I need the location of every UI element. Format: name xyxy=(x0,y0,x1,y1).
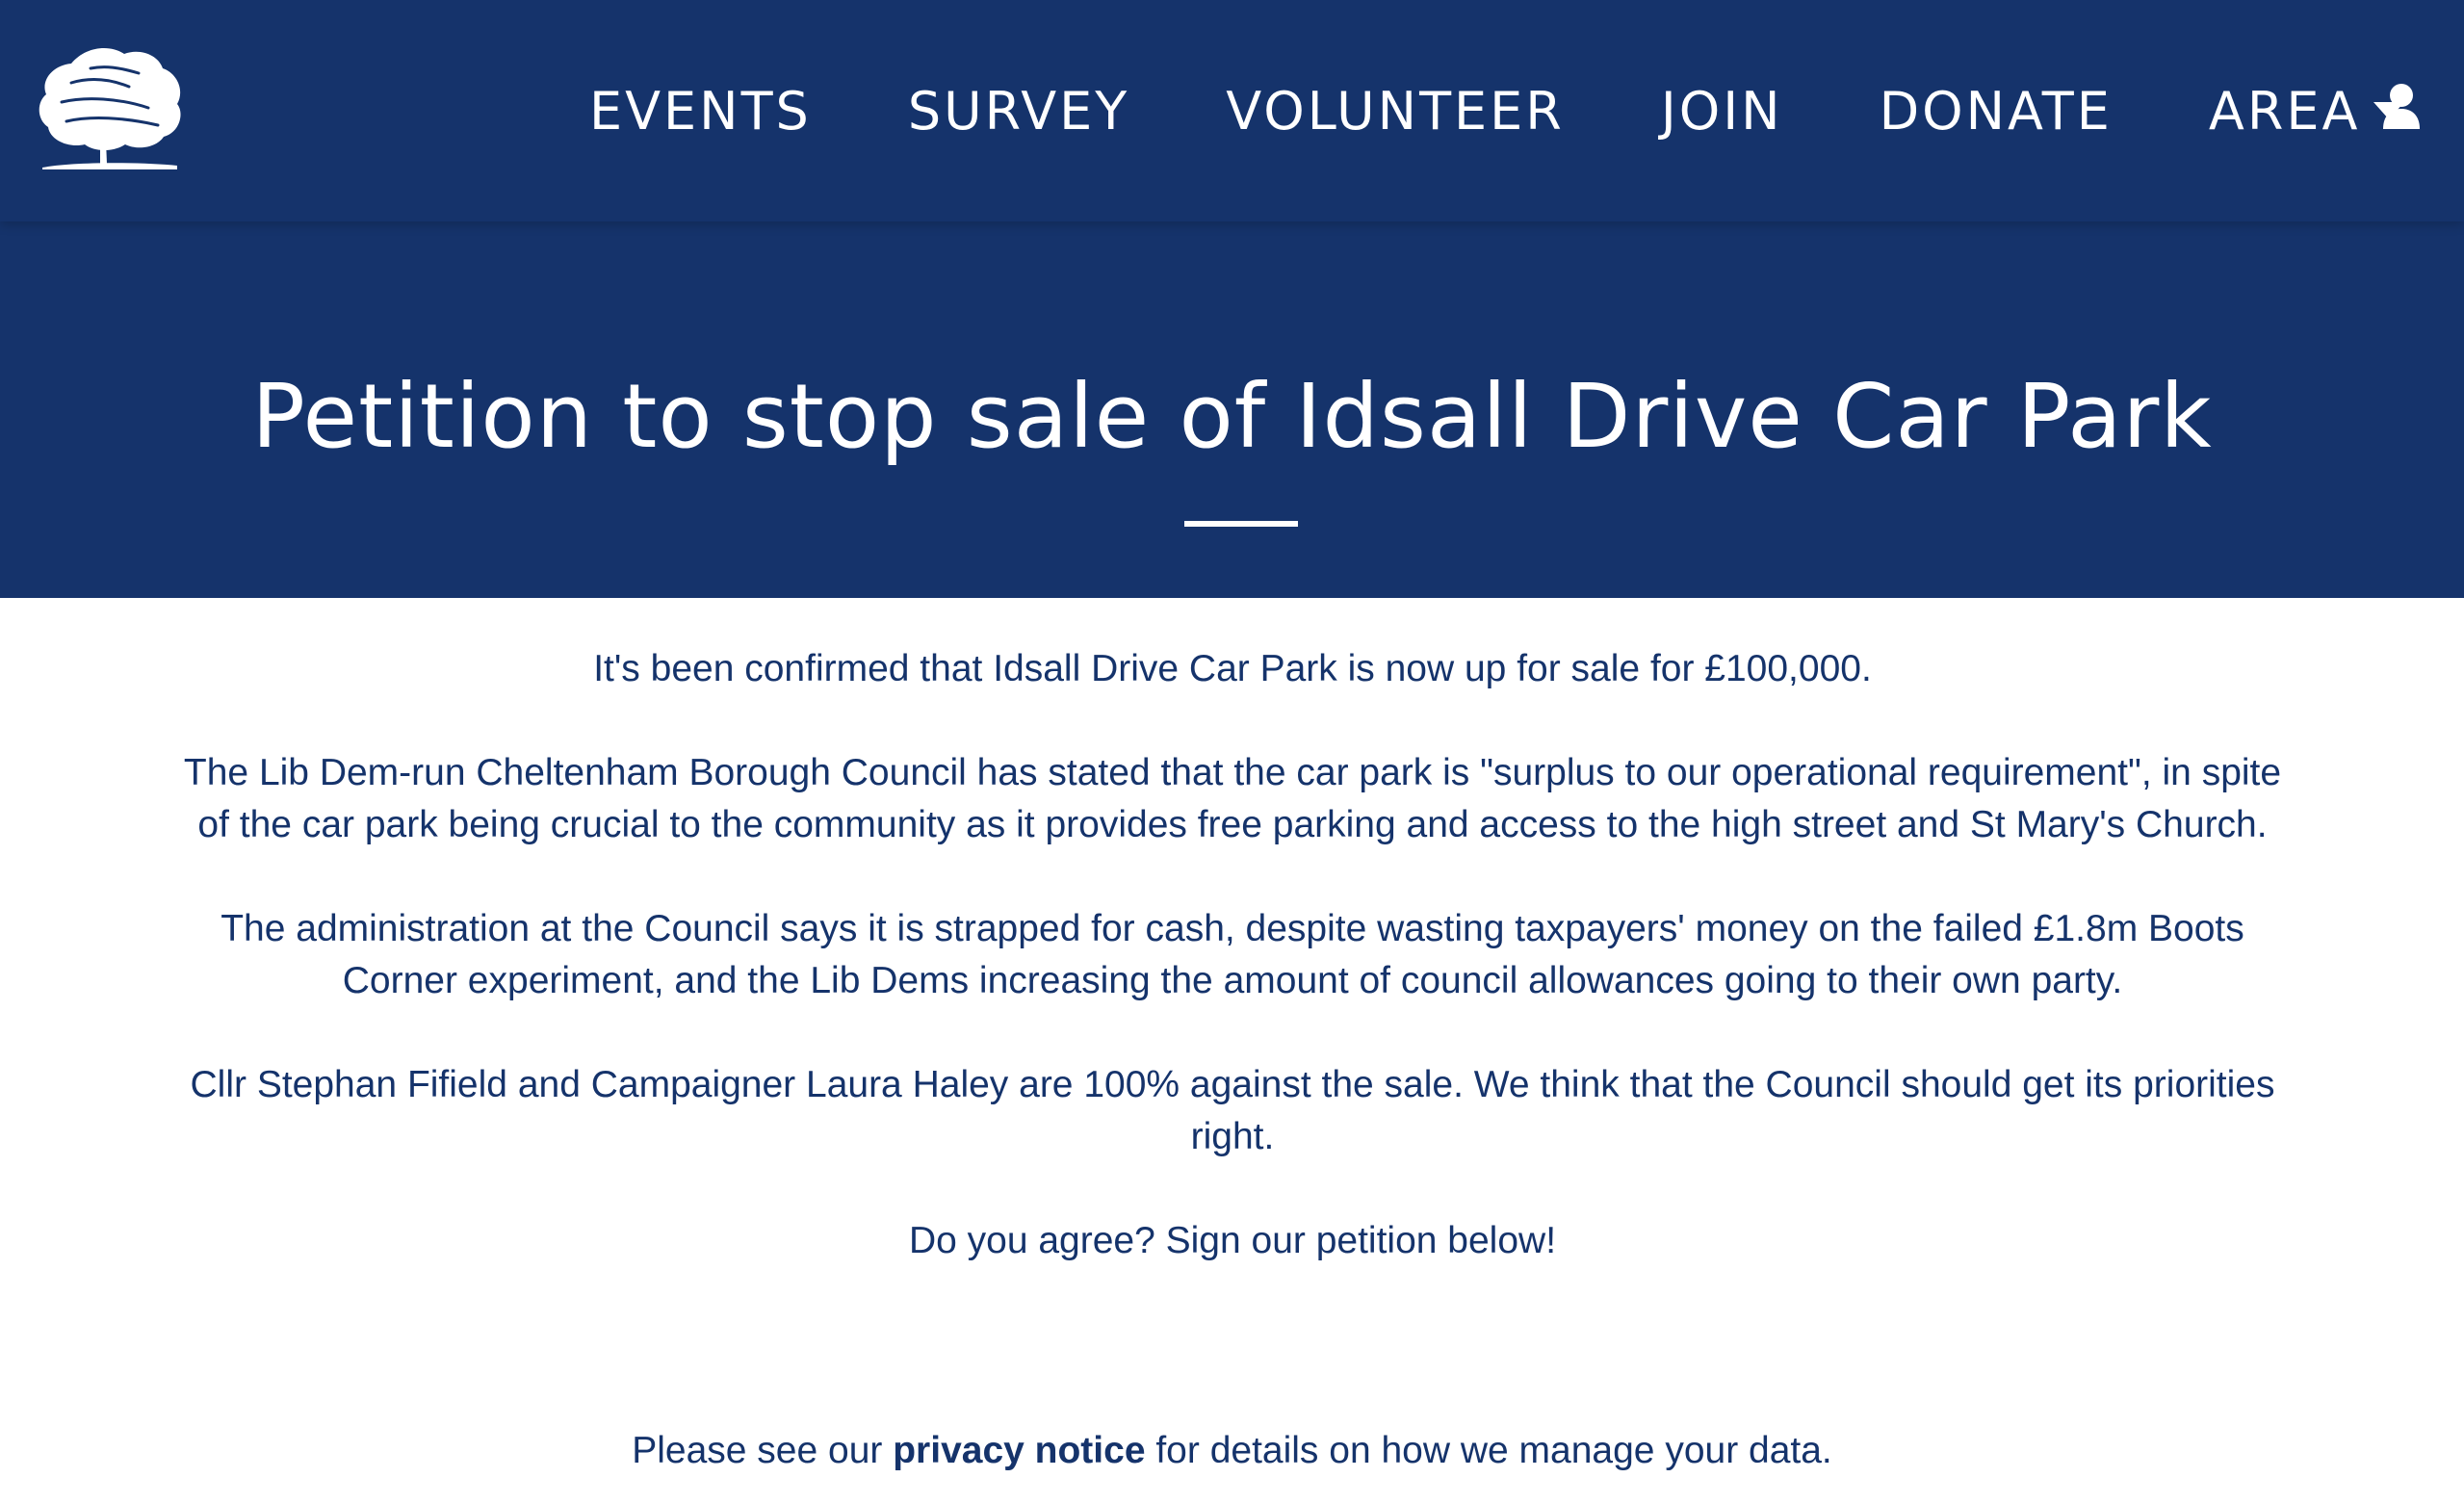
privacy-statement: Please see our privacy notice for detail… xyxy=(0,1425,2464,1477)
privacy-prefix: Please see our xyxy=(632,1430,894,1471)
paragraph-councillors: Cllr Stephan Fifield and Campaigner Laur… xyxy=(190,1064,2275,1157)
main-nav: EVENTS SURVEY VOLUNTEER JOIN DONATE AREA xyxy=(589,0,2405,221)
site-navbar: EVENTS SURVEY VOLUNTEER JOIN DONATE AREA xyxy=(0,0,2464,221)
hero-banner: Petition to stop sale of Idsall Drive Ca… xyxy=(0,221,2464,598)
nav-donate[interactable]: DONATE xyxy=(1880,81,2113,142)
petition-body: It's been confirmed that Idsall Drive Ca… xyxy=(173,643,2292,1319)
privacy-notice-link[interactable]: privacy notice xyxy=(893,1430,1145,1471)
nav-join[interactable]: JOIN xyxy=(1661,81,1783,142)
nav-area-label: AREA xyxy=(2208,80,2361,142)
paragraph-call-to-action: Do you agree? Sign our petition below! xyxy=(908,1220,1557,1261)
tree-logo[interactable] xyxy=(33,44,187,169)
privacy-suffix: for details on how we manage your data. xyxy=(1145,1430,1832,1471)
paragraph-administration: The administration at the Council says i… xyxy=(220,908,2244,1001)
title-divider xyxy=(1184,521,1298,527)
nav-survey[interactable]: SURVEY xyxy=(908,81,1129,142)
nav-volunteer[interactable]: VOLUNTEER xyxy=(1226,81,1565,142)
nav-events[interactable]: EVENTS xyxy=(589,81,812,142)
nav-area-dropdown[interactable]: AREA xyxy=(2209,81,2405,142)
paragraph-intro: It's been confirmed that Idsall Drive Ca… xyxy=(593,648,1872,689)
user-icon[interactable] xyxy=(2381,83,2422,131)
page-title: Petition to stop sale of Idsall Drive Ca… xyxy=(251,365,2213,468)
paragraph-council-statement: The Lib Dem-run Cheltenham Borough Counc… xyxy=(183,752,2282,845)
